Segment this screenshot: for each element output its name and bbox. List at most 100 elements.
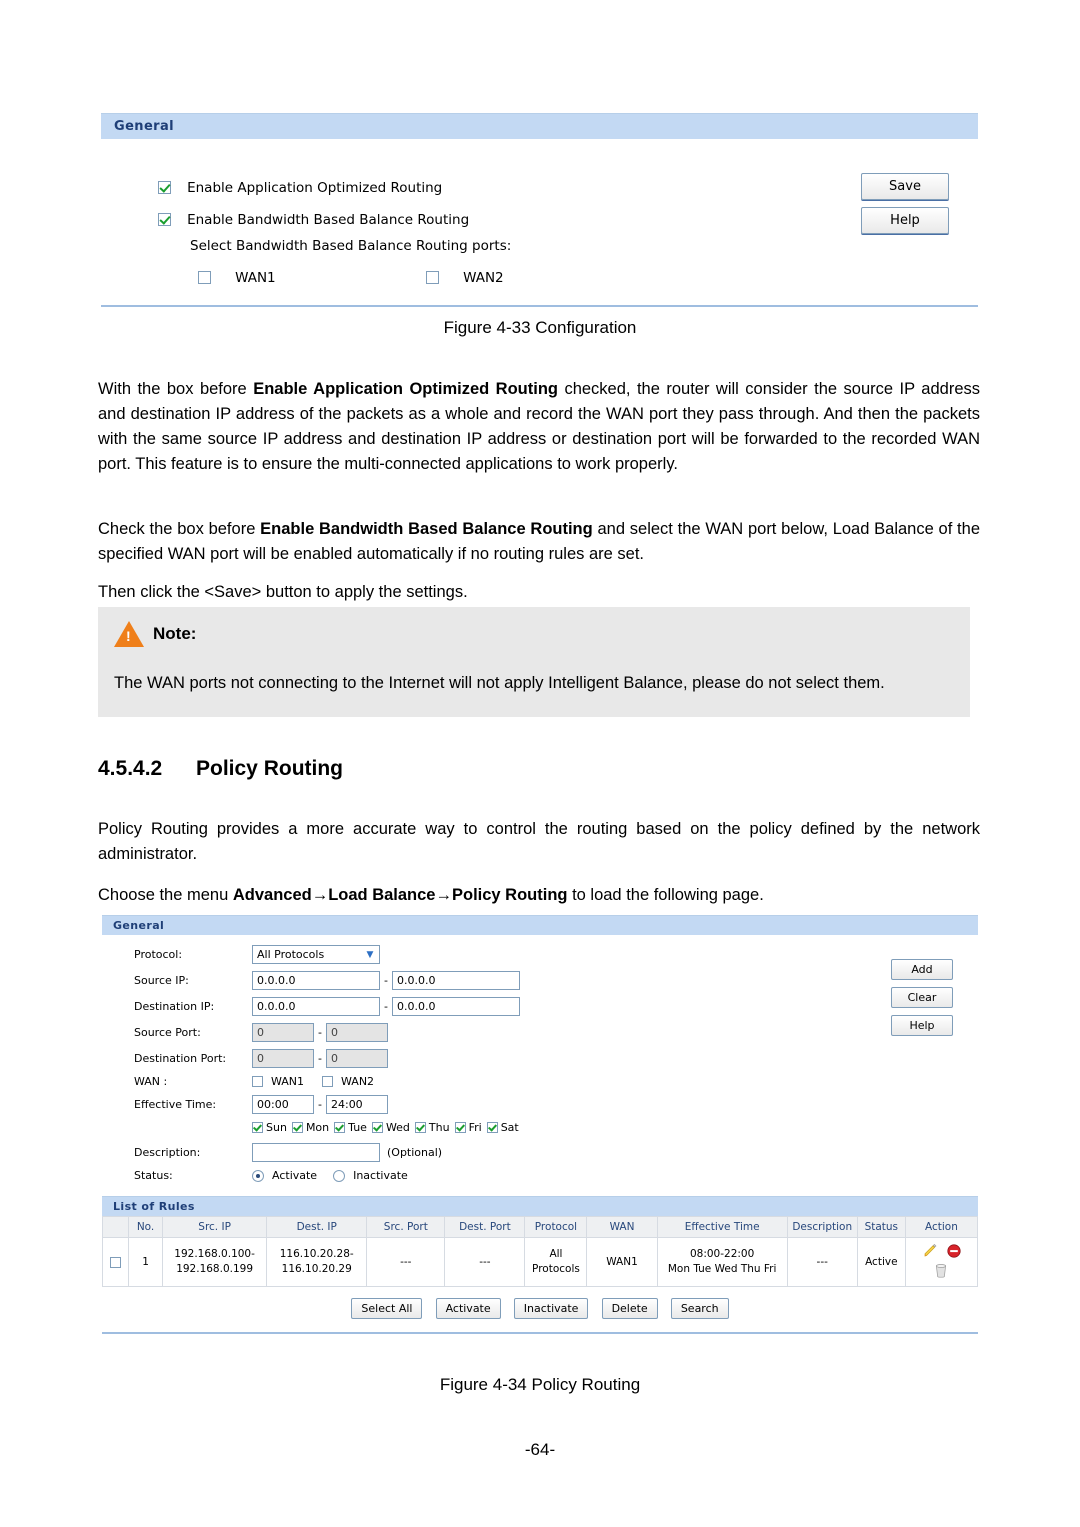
weekday-wed-checkbox[interactable]	[371, 1122, 383, 1133]
weekday-wed-label: Wed	[385, 1121, 410, 1134]
weekday-sun-checkbox[interactable]	[252, 1122, 263, 1133]
help-button[interactable]: Help	[861, 207, 949, 234]
help-button-2[interactable]: Help	[891, 1015, 953, 1036]
weekday-sun-label: Sun	[266, 1121, 287, 1134]
activate-button[interactable]: Activate	[435, 1298, 501, 1319]
panel-divider-2	[102, 1332, 978, 1334]
form-row-source-ip: Source IP: 0.0.0.0 - 0.0.0.0	[102, 971, 978, 990]
paragraph-policy-routing-intro: Policy Routing provides a more accurate …	[98, 819, 980, 863]
clear-button[interactable]: Clear	[891, 987, 953, 1008]
row-actions	[904, 1237, 979, 1287]
delete-button[interactable]: Delete	[601, 1298, 658, 1319]
save-button[interactable]: Save	[861, 173, 949, 200]
table-row: 1 192.168.0.100- 192.168.0.199 116.10.20…	[101, 1237, 979, 1287]
destination-port-label: Destination Port:	[134, 1052, 227, 1065]
destination-ip-to-input[interactable]: 0.0.0.0	[391, 997, 520, 1016]
page-number: -64-	[524, 1440, 556, 1459]
enable-bandwidth-balance-routing-checkbox[interactable]	[158, 213, 171, 226]
chevron-down-icon: ▼	[366, 950, 374, 960]
weekday-sat-label: Sat	[500, 1121, 519, 1134]
weekday-mon-label: Mon	[305, 1121, 330, 1134]
col-action: Action	[904, 1216, 979, 1238]
destination-port-to-input[interactable]: 0	[325, 1049, 388, 1068]
weekday-fri-checkbox[interactable]	[454, 1122, 466, 1133]
form-row-status: Status: Activate Inactivate	[102, 1169, 978, 1182]
form-wan2-label: WAN2	[341, 1075, 375, 1088]
destination-port-range-dash: -	[318, 1052, 322, 1065]
paragraph-menu-path: Choose the menu Advanced→Load Balance→Po…	[98, 883, 980, 908]
source-ip-from-input[interactable]: 0.0.0.0	[252, 971, 380, 990]
para5-bold-menu-path: Advanced→Load Balance→Policy Routing	[232, 885, 568, 904]
select-all-button[interactable]: Select All	[351, 1298, 423, 1319]
effective-time-to-input[interactable]: 24:00	[325, 1095, 388, 1114]
description-input[interactable]	[252, 1143, 380, 1162]
delete-icon[interactable]	[934, 1262, 948, 1281]
row-dest-ip: 116.10.20.28- 116.10.20.29	[266, 1237, 368, 1287]
description-label: Description:	[134, 1146, 201, 1159]
source-ip-range-dash: -	[384, 974, 388, 987]
checkbox-row-bandwidth-balance[interactable]: Enable Bandwidth Based Balance Routing	[158, 209, 469, 228]
section-title: Policy Routing	[196, 757, 343, 780]
form-wan1-label: WAN1	[271, 1075, 305, 1088]
row-select-cell[interactable]	[101, 1237, 130, 1287]
weekday-thu-label: Thu	[428, 1121, 450, 1134]
figure-caption-4-34: Figure 4-34 Policy Routing	[439, 1375, 641, 1394]
col-status: Status	[856, 1216, 906, 1238]
search-button[interactable]: Search	[670, 1298, 729, 1319]
add-button[interactable]: Add	[891, 959, 953, 980]
col-effective-time: Effective Time	[656, 1216, 788, 1238]
destination-port-from-input[interactable]: 0	[252, 1049, 314, 1068]
weekday-tue-checkbox[interactable]	[334, 1122, 346, 1133]
protocol-select[interactable]: All Protocols ▼	[252, 945, 380, 964]
col-src-ip: Src. IP	[162, 1216, 268, 1238]
form-wan1-checkbox[interactable]	[252, 1076, 263, 1087]
panel-header-general-2: General	[102, 915, 978, 935]
para2-bold: Enable Bandwidth Based Balance Routing	[260, 519, 593, 538]
effective-time-from-input[interactable]: 00:00	[252, 1095, 314, 1114]
enable-app-optimized-routing-checkbox[interactable]	[158, 181, 171, 194]
form-wan2-checkbox[interactable]	[322, 1076, 334, 1087]
source-port-to-input[interactable]: 0	[325, 1023, 388, 1042]
destination-ip-range-dash: -	[384, 1000, 388, 1013]
source-port-from-input[interactable]: 0	[252, 1023, 314, 1042]
table-footer-buttons: Select All Activate Inactivate Delete Se…	[102, 1287, 978, 1326]
form-row-description: Description: (Optional)	[102, 1143, 978, 1162]
section-number: 4.5.4.2	[98, 757, 163, 780]
destination-ip-from-input[interactable]: 0.0.0.0	[252, 997, 380, 1016]
enable-bandwidth-balance-routing-label: Enable Bandwidth Based Balance Routing	[187, 211, 470, 228]
destination-ip-label: Destination IP:	[134, 1000, 215, 1013]
para5-part2: to load the following page.	[567, 885, 764, 904]
inactivate-button[interactable]: Inactivate	[513, 1298, 589, 1319]
edit-icon[interactable]	[922, 1243, 938, 1262]
row-protocol: All Protocols	[524, 1237, 588, 1287]
status-inactivate-radio[interactable]	[333, 1169, 346, 1182]
inactivate-icon[interactable]	[947, 1244, 961, 1261]
source-ip-to-input[interactable]: 0.0.0.0	[391, 971, 520, 990]
wan1-port-row[interactable]: WAN1	[198, 267, 276, 286]
row-no: 1	[128, 1237, 164, 1287]
weekday-tue-label: Tue	[348, 1121, 367, 1134]
wan2-port-row[interactable]: WAN2	[426, 267, 504, 286]
wan2-checkbox[interactable]	[426, 271, 439, 284]
status-activate-label: Activate	[272, 1169, 318, 1182]
form-row-wan: WAN : WAN1 WAN2	[102, 1075, 978, 1088]
weekday-sat-checkbox[interactable]	[486, 1122, 498, 1133]
description-optional-hint: (Optional)	[387, 1146, 443, 1159]
policy-routing-panel: General Protocol: All Protocols ▼ Source…	[101, 915, 979, 1334]
source-port-range-dash: -	[318, 1026, 322, 1039]
panel-divider-1	[101, 305, 978, 307]
wan1-checkbox[interactable]	[198, 271, 211, 284]
status-activate-radio[interactable]	[252, 1169, 264, 1182]
checkbox-row-app-optimized[interactable]: Enable Application Optimized Routing	[158, 177, 442, 196]
row-src-ip-line2: 192.168.0.199	[176, 1263, 254, 1275]
row-select-checkbox[interactable]	[110, 1256, 121, 1268]
source-ip-label: Source IP:	[134, 974, 189, 987]
form-row-destination-ip: Destination IP: 0.0.0.0 - 0.0.0.0	[102, 997, 978, 1016]
weekday-thu-checkbox[interactable]	[414, 1122, 426, 1133]
row-eff-time-line2: Mon Tue Wed Thu Fri	[667, 1263, 777, 1275]
protocol-label: Protocol:	[134, 948, 183, 961]
form-row-weekdays: Sun Mon Tue Wed Thu Fri Sat	[102, 1121, 978, 1134]
ports-hint-label: Select Bandwidth Based Balance Routing p…	[190, 238, 512, 254]
status-inactivate-label: Inactivate	[353, 1169, 408, 1182]
weekday-mon-checkbox[interactable]	[291, 1122, 303, 1133]
